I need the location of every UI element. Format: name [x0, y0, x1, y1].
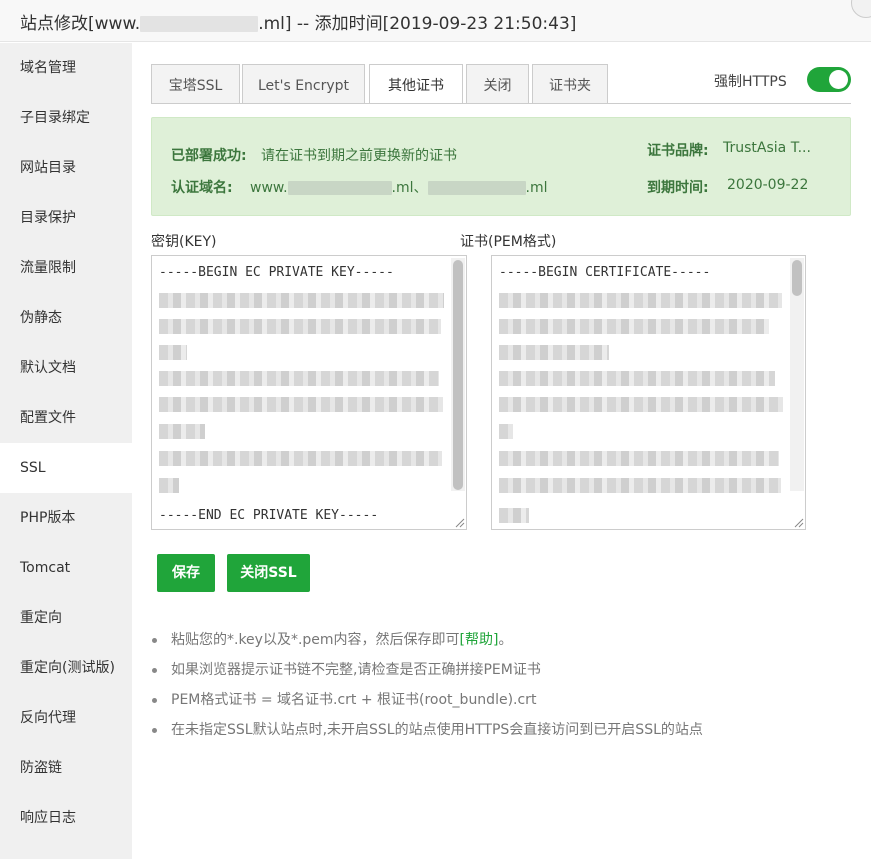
resize-grip-icon[interactable] [792, 516, 804, 528]
cert-scroll-thumb[interactable] [792, 260, 802, 296]
sidebar-item-default-document[interactable]: 默认文档 [0, 343, 132, 393]
close-ssl-button[interactable]: 关闭SSL [227, 554, 310, 592]
redacted-cert-line [499, 451, 779, 466]
tip-item: 粘贴您的*.key以及*.pem内容，然后保存即可[帮助]。 [152, 628, 703, 658]
cert-scrollbar[interactable] [790, 258, 804, 491]
deployed-text: 请在证书到期之前更换新的证书 [261, 148, 457, 164]
sidebar-item-reverse-proxy[interactable]: 反向代理 [0, 693, 132, 743]
sidebar-item-traffic-limit[interactable]: 流量限制 [0, 243, 132, 293]
redacted-key-line [159, 451, 442, 466]
redacted-cert-line [499, 508, 529, 523]
window-title: 站点修改[www. .ml] -- 添加时间[2019-09-23 21:50:4… [20, 9, 576, 34]
force-https-toggle[interactable] [807, 67, 851, 92]
key-label: 密钥(KEY) [151, 234, 217, 250]
sidebar-item-domain-management[interactable]: 域名管理 [0, 43, 132, 93]
redacted-cert-line [499, 371, 775, 386]
sidebar-item-response-log[interactable]: 响应日志 [0, 793, 132, 843]
cert-label: 证书(PEM格式) [460, 234, 557, 250]
deployed-label: 已部署成功: [171, 148, 247, 164]
redacted-cert-line [499, 319, 769, 334]
redacted-domain-1 [287, 181, 392, 195]
window-title-tail: .ml] -- 添加时间[2019-09-23 21:50:43] [258, 14, 577, 34]
redacted-cert-line [499, 424, 513, 439]
cert-begin-line: -----BEGIN CERTIFICATE----- [499, 265, 711, 280]
redacted-domain [140, 16, 259, 32]
sidebar-item-directory-protection[interactable]: 目录保护 [0, 193, 132, 243]
redacted-key-line [159, 293, 444, 308]
redacted-key-line [159, 424, 205, 439]
brand-label: 证书品牌: [647, 143, 709, 159]
brand-value: TrustAsia T... [723, 140, 811, 156]
domain-tail: .ml [525, 180, 548, 196]
domain-prefix: www. [250, 180, 288, 196]
redacted-cert-line [499, 397, 783, 412]
redacted-cert-line [499, 293, 782, 308]
sidebar-item-config-file[interactable]: 配置文件 [0, 393, 132, 443]
sidebar-item-tomcat[interactable]: Tomcat [0, 543, 132, 593]
redacted-domain-2 [427, 181, 526, 195]
sidebar-item-hotlink-protection[interactable]: 防盗链 [0, 743, 132, 793]
sidebar: 域名管理 子目录绑定 网站目录 目录保护 流量限制 伪静态 默认文档 配置文件 … [0, 43, 132, 859]
sidebar-item-php-version[interactable]: PHP版本 [0, 493, 132, 543]
close-window-button[interactable] [851, 0, 871, 18]
tips-list: 粘贴您的*.key以及*.pem内容，然后保存即可[帮助]。 如果浏览器提示证书… [152, 628, 703, 748]
sidebar-item-ssl[interactable]: SSL [0, 443, 132, 493]
ssl-status-box: 已部署成功: 请在证书到期之前更换新的证书 认证域名: www. .ml、 .ml … [151, 117, 851, 216]
cert-textarea[interactable]: -----BEGIN CERTIFICATE----- [491, 255, 806, 530]
title-bar: 站点修改[www. .ml] -- 添加时间[2019-09-23 21:50:4… [0, 0, 871, 42]
tip-item: 在未指定SSL默认站点时,未开启SSL的站点使用HTTPS会直接访问到已开启SS… [152, 718, 703, 748]
sidebar-item-redirect[interactable]: 重定向 [0, 593, 132, 643]
redacted-key-line [159, 397, 443, 412]
redacted-key-line [159, 345, 187, 360]
tab-lets-encrypt[interactable]: Let's Encrypt [242, 64, 365, 103]
domain-mid: .ml、 [391, 180, 428, 196]
tab-close[interactable]: 关闭 [466, 64, 529, 103]
help-link[interactable]: [帮助] [460, 632, 499, 648]
resize-grip-icon[interactable] [453, 516, 465, 528]
domain-value: www. .ml、 .ml [250, 177, 547, 197]
toggle-knob [829, 70, 848, 89]
tab-baota-ssl[interactable]: 宝塔SSL [151, 64, 240, 103]
redacted-key-line [159, 371, 439, 386]
redacted-cert-line [499, 345, 609, 360]
expiry-value: 2020-09-22 [727, 177, 809, 193]
key-scroll-thumb[interactable] [453, 260, 463, 490]
tip1-text: 粘贴您的*.key以及*.pem内容，然后保存即可 [171, 632, 460, 648]
tab-other-certificate[interactable]: 其他证书 [369, 64, 463, 104]
window-title-text: 站点修改[www. [20, 14, 141, 34]
force-https-label: 强制HTTPS [714, 74, 787, 90]
tip1-end: 。 [498, 632, 513, 648]
save-button[interactable]: 保存 [157, 554, 215, 592]
sidebar-item-rewrite[interactable]: 伪静态 [0, 293, 132, 343]
key-textarea[interactable]: -----BEGIN EC PRIVATE KEY----- -----END … [151, 255, 467, 530]
expiry-label: 到期时间: [647, 180, 709, 196]
sidebar-item-site-directory[interactable]: 网站目录 [0, 143, 132, 193]
key-end-line: -----END EC PRIVATE KEY----- [159, 508, 379, 523]
tip-item: 如果浏览器提示证书链不完整,请检查是否正确拼接PEM证书 [152, 658, 703, 688]
tab-certificate-folder[interactable]: 证书夹 [532, 64, 608, 103]
sidebar-item-redirect-beta[interactable]: 重定向(测试版) [0, 643, 132, 693]
redacted-key-line [159, 319, 441, 334]
sidebar-item-subdirectory-binding[interactable]: 子目录绑定 [0, 93, 132, 143]
key-begin-line: -----BEGIN EC PRIVATE KEY----- [159, 265, 394, 280]
key-scrollbar[interactable] [451, 258, 465, 491]
main-panel: 宝塔SSL Let's Encrypt 其他证书 关闭 证书夹 强制HTTPS … [132, 43, 871, 859]
domain-label: 认证域名: [171, 180, 233, 196]
tab-divider [151, 103, 851, 104]
redacted-key-line [159, 478, 179, 493]
redacted-cert-line [499, 478, 781, 493]
tip-item: PEM格式证书 = 域名证书.crt + 根证书(root_bundle).cr… [152, 688, 703, 718]
